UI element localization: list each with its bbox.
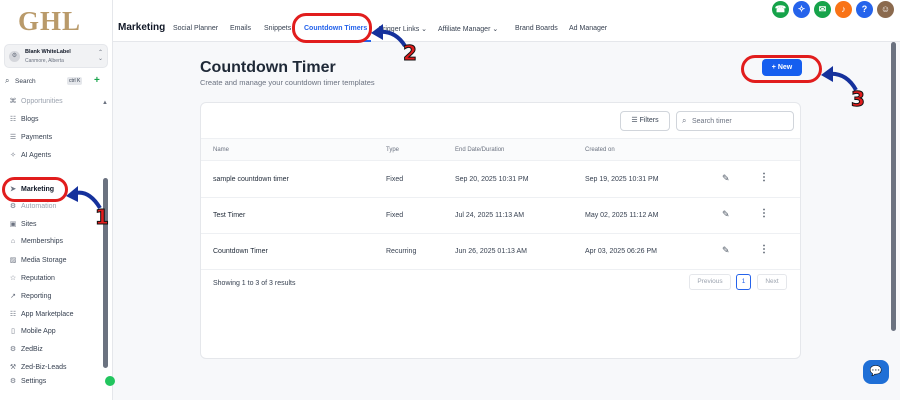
annotation-arrowhead-2 — [371, 24, 383, 40]
annotation-step-3: 3 — [851, 87, 866, 112]
annotation-step-2: 2 — [403, 41, 418, 66]
annotation-arrowhead-3 — [821, 66, 833, 82]
annotation-arrows — [66, 24, 858, 210]
annotation-step-1: 1 — [95, 205, 110, 230]
annotation-arrowhead-1 — [66, 186, 78, 202]
